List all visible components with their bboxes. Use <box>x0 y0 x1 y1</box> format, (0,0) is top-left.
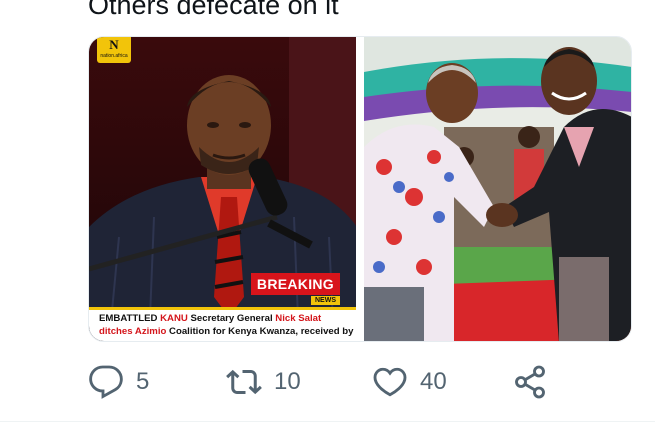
media-photo-1[interactable]: N nation.africa BREAKING NEWS EMBATTLED … <box>89 37 356 341</box>
caption-highlight: Nick Salat <box>275 313 322 324</box>
caption-line-1: EMBATTLED KANU Secretary General Nick Sa… <box>99 312 352 325</box>
caption-highlight: Azimio <box>134 326 167 337</box>
logo-subtext: nation.africa <box>100 53 128 59</box>
retweet-button[interactable]: 10 <box>226 362 301 402</box>
tweet-text: Others defecate on it <box>88 0 339 20</box>
tweet-actions: 5 10 40 <box>88 362 568 402</box>
like-icon <box>373 367 407 397</box>
like-count: 40 <box>420 368 447 395</box>
reply-button[interactable]: 5 <box>88 362 149 402</box>
media-grid: N nation.africa BREAKING NEWS EMBATTLED … <box>88 36 632 342</box>
caption-text: Coalition for Kenya Kwanza, received by <box>166 326 354 337</box>
caption-text: EMBATTLED <box>99 313 161 324</box>
retweet-icon <box>226 369 262 395</box>
like-button[interactable]: 40 <box>372 362 447 402</box>
retweet-count: 10 <box>274 368 301 395</box>
media-logo: N nation.africa <box>97 37 131 63</box>
media-photo-2[interactable] <box>364 37 631 341</box>
caption-line-2: ditches Azimio Coalition for Kenya Kwanz… <box>99 325 354 338</box>
news-tag: NEWS <box>311 296 340 305</box>
caption-highlight: KANU <box>160 313 188 324</box>
logo-letter: N <box>109 37 119 52</box>
caption-highlight: ditches <box>99 326 135 337</box>
reply-icon <box>89 365 123 399</box>
share-icon <box>515 365 545 399</box>
share-button[interactable] <box>512 362 548 402</box>
divider <box>0 421 655 422</box>
breaking-label: BREAKING <box>250 273 340 295</box>
photo-2-illustration <box>364 37 631 341</box>
reply-count: 5 <box>136 368 150 395</box>
caption-text: Secretary General <box>187 313 276 324</box>
media-caption: EMBATTLED KANU Secretary General Nick Sa… <box>89 307 356 341</box>
